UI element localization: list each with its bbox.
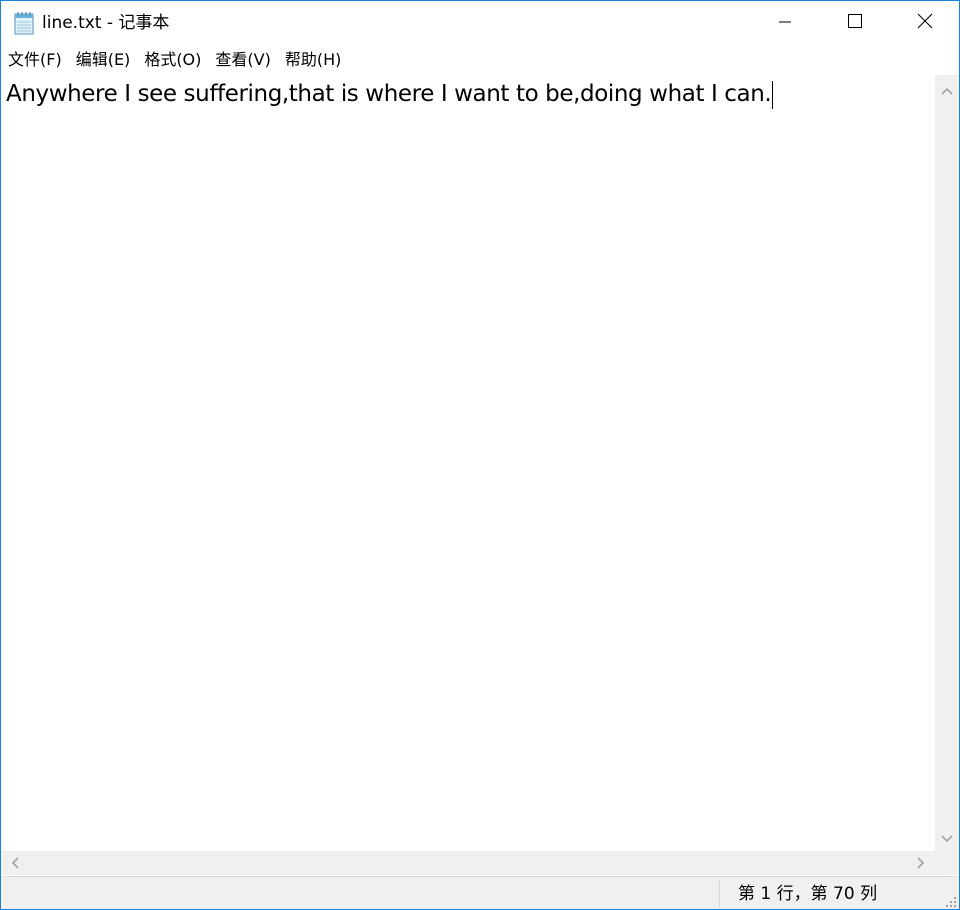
menu-format[interactable]: 格式(O) xyxy=(137,46,208,74)
chevron-up-icon xyxy=(941,80,953,99)
scroll-right-button[interactable] xyxy=(909,851,933,875)
maximize-button[interactable] xyxy=(820,1,890,45)
vertical-scrollbar[interactable] xyxy=(935,75,959,851)
status-divider xyxy=(719,880,720,907)
scroll-up-button[interactable] xyxy=(935,77,959,101)
maximize-icon xyxy=(847,13,863,33)
editor-content-line[interactable]: Anywhere I see suffering,that is where I… xyxy=(6,78,774,110)
close-button[interactable] xyxy=(890,1,960,45)
minimize-icon xyxy=(778,14,792,33)
editor-text: Anywhere I see suffering,that is where I… xyxy=(6,81,772,107)
text-editor[interactable]: Anywhere I see suffering,that is where I… xyxy=(1,75,935,851)
close-icon xyxy=(917,13,933,33)
notepad-icon[interactable] xyxy=(13,11,35,35)
horizontal-scrollbar[interactable] xyxy=(1,851,935,875)
minimize-button[interactable] xyxy=(750,1,820,45)
window-title: line.txt - 记事本 xyxy=(42,13,170,33)
scroll-left-button[interactable] xyxy=(3,851,27,875)
status-bar: 第 1 行，第 70 列 xyxy=(1,876,959,909)
resize-grip-icon[interactable] xyxy=(943,893,957,907)
menu-view[interactable]: 查看(V) xyxy=(208,46,277,74)
chevron-right-icon xyxy=(917,854,925,873)
menu-edit[interactable]: 编辑(E) xyxy=(69,46,138,74)
notepad-window: line.txt - 记事本 文件(F) 编辑(E) 格式(O) 查看(V) 帮… xyxy=(0,0,960,910)
text-caret xyxy=(772,80,774,109)
menu-file[interactable]: 文件(F) xyxy=(1,46,69,74)
menu-bar: 文件(F) 编辑(E) 格式(O) 查看(V) 帮助(H) xyxy=(1,46,959,74)
scrollbar-corner xyxy=(935,851,959,875)
title-bar[interactable]: line.txt - 记事本 xyxy=(1,1,959,45)
chevron-left-icon xyxy=(11,854,19,873)
chevron-down-icon xyxy=(941,828,953,847)
scroll-down-button[interactable] xyxy=(935,825,959,849)
cursor-position: 第 1 行，第 70 列 xyxy=(738,884,878,904)
menu-help[interactable]: 帮助(H) xyxy=(278,46,349,74)
